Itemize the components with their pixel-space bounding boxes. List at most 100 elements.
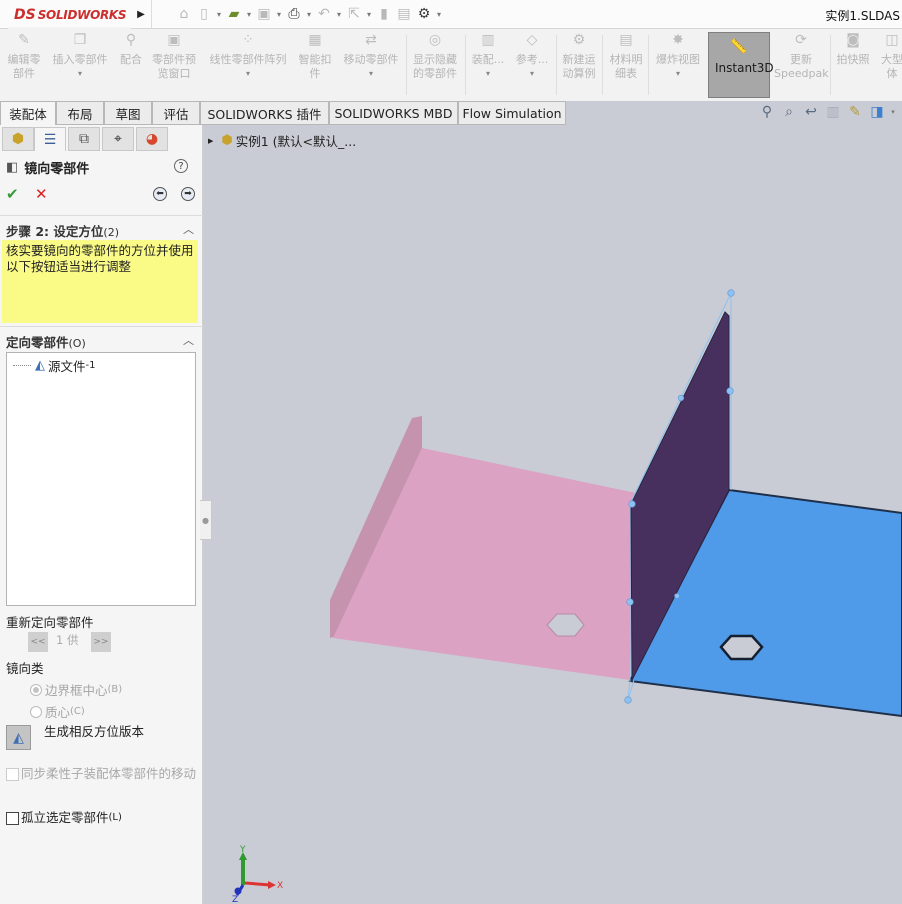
property-manager-title: 镜向零部件 bbox=[24, 161, 90, 177]
chevron-down-icon: ▾ bbox=[485, 69, 490, 78]
home-icon[interactable]: ⌂ bbox=[174, 6, 194, 22]
manager-tabs: ⬢ ☰ ⧉ ⌖ ◕ bbox=[0, 125, 203, 151]
radio-button[interactable] bbox=[30, 705, 42, 718]
dimxpertmanager-tab[interactable]: ⌖ bbox=[102, 127, 134, 151]
reorient-label: 重新定向零部件 bbox=[6, 615, 94, 630]
chevron-down-icon[interactable]: ▾ bbox=[274, 10, 284, 19]
move-component-icon: ⇄ bbox=[365, 32, 377, 48]
menu-expand-arrow-icon[interactable]: ▶ bbox=[133, 6, 149, 22]
command-manager: ✎ 编辑零 部件 ❐ 插入零部件 ▾ ⚲ 配合 ▣ 零部件预 览窗口 ⁘ 线性零部件阵列 ▾ … bbox=[0, 29, 902, 101]
tab-sketch[interactable]: 草图 bbox=[104, 101, 152, 125]
chevron-down-icon[interactable]: ▾ bbox=[334, 10, 344, 19]
featuremanager-icon: ⬢ bbox=[11, 131, 25, 147]
rebuild-icon[interactable]: ▮ bbox=[374, 6, 394, 22]
mate-button[interactable]: ⚲ 配合 bbox=[115, 33, 147, 99]
display-manager-tab[interactable]: ◕ bbox=[136, 127, 168, 151]
tab-evaluate[interactable]: 评估 bbox=[152, 101, 200, 125]
linear-pattern-button[interactable]: ⁘ 线性零部件阵列 ▾ bbox=[204, 33, 292, 99]
isolate-checkbox-row[interactable]: 孤立选定零部件 (L) bbox=[6, 811, 122, 825]
tab-solidworks-mbd[interactable]: SOLIDWORKS MBD bbox=[329, 101, 458, 125]
solidworks-logo[interactable]: DS SOLIDWORKS bbox=[8, 2, 131, 29]
featuremanager-tab[interactable]: ⬢ bbox=[2, 127, 34, 151]
drag-handle[interactable] bbox=[628, 500, 636, 508]
file-properties-icon[interactable]: ▤ bbox=[394, 6, 414, 22]
new-document-icon[interactable]: ▯ bbox=[194, 6, 214, 22]
update-speedpak-button[interactable]: ⟳ 更新 Speedpak bbox=[774, 33, 829, 99]
previous-component-button[interactable]: << bbox=[28, 632, 48, 652]
mirrored-part-hex-hole bbox=[719, 634, 764, 661]
drag-handle[interactable] bbox=[677, 394, 685, 402]
display-style-icon[interactable]: ◨ bbox=[868, 104, 886, 120]
center-of-mass-option[interactable]: 质心 (C) bbox=[30, 702, 85, 721]
chevron-down-icon[interactable]: ▾ bbox=[214, 10, 224, 19]
chevron-down-icon: ▾ bbox=[77, 69, 82, 78]
chevron-down-icon[interactable]: ▾ bbox=[364, 10, 374, 19]
drag-handle[interactable] bbox=[626, 598, 634, 606]
smart-fasteners-button[interactable]: ▦ 智能扣 件 bbox=[295, 33, 335, 99]
tab-layout[interactable]: 布局 bbox=[56, 101, 104, 125]
model-scene[interactable]: Y X Z bbox=[204, 125, 902, 904]
drag-handle[interactable] bbox=[674, 593, 680, 599]
bounding-box-center-option[interactable]: 边界框中心 (B) bbox=[30, 680, 122, 699]
view-orientation-icon[interactable]: ✎ bbox=[846, 104, 864, 120]
zoom-to-fit-icon[interactable]: ⚲ bbox=[758, 104, 776, 120]
source-part-base[interactable] bbox=[333, 448, 636, 680]
display-manager-icon: ◕ bbox=[145, 131, 159, 147]
save-icon[interactable]: ▣ bbox=[254, 6, 274, 22]
drag-handle[interactable] bbox=[624, 696, 632, 704]
next-component-button[interactable]: >> bbox=[91, 632, 111, 652]
radio-button[interactable] bbox=[30, 683, 42, 696]
sync-flexible-checkbox-row[interactable]: 同步柔性子装配体零部件的移动 bbox=[6, 767, 196, 781]
insert-components-button[interactable]: ❐ 插入零部件 ▾ bbox=[48, 33, 112, 99]
large-assembly-button[interactable]: ◫ 大型 体 bbox=[876, 33, 902, 99]
chevron-down-icon[interactable]: ▾ bbox=[434, 10, 444, 19]
step-section-title[interactable]: 步骤 2: 设定方位(2) bbox=[6, 221, 119, 240]
drag-handle[interactable] bbox=[726, 387, 734, 395]
collapse-chevron-icon[interactable]: ︿ bbox=[183, 332, 194, 348]
isolate-checkbox[interactable] bbox=[6, 812, 19, 825]
section-view-icon[interactable]: ▥ bbox=[824, 104, 842, 120]
move-component-button[interactable]: ⇄ 移动零部件 ▾ bbox=[338, 33, 404, 99]
oriented-components-title[interactable]: 定向零部件(O) bbox=[6, 332, 86, 351]
snapshot-button[interactable]: ◙ 拍快照 bbox=[833, 33, 873, 99]
camera-icon: ◙ bbox=[846, 32, 860, 48]
configurationmanager-tab[interactable]: ⧉ bbox=[68, 127, 100, 151]
create-opposite-hand-button[interactable]: ◭ bbox=[6, 725, 31, 750]
oriented-components-list[interactable]: ◭ 源文件 -1 bbox=[6, 352, 196, 606]
select-icon[interactable]: ⇱ bbox=[344, 6, 364, 22]
edit-component-button[interactable]: ✎ 编辑零 部件 bbox=[4, 33, 44, 99]
undo-icon[interactable]: ↶ bbox=[314, 6, 334, 22]
cancel-button[interactable]: ✕ bbox=[35, 185, 48, 203]
property-manager-panel: ⬢ ☰ ⧉ ⌖ ◕ ◧ 镜向零部件 ? ✔ ✕ ⬅ ➡ 步骤 2: 设定方位(2… bbox=[0, 125, 203, 904]
exploded-view-button[interactable]: ✸ 爆炸视图 ▾ bbox=[651, 33, 705, 99]
ok-button[interactable]: ✔ bbox=[6, 185, 19, 203]
propertymanager-tab[interactable]: ☰ bbox=[34, 127, 66, 151]
reference-geometry-button[interactable]: ◇ 参考... ▾ bbox=[512, 33, 552, 99]
next-step-button[interactable]: ➡ bbox=[181, 187, 195, 201]
component-preview-button[interactable]: ▣ 零部件预 览窗口 bbox=[148, 33, 200, 99]
tab-solidworks-addins[interactable]: SOLIDWORKS 插件 bbox=[200, 101, 329, 125]
bill-of-materials-button[interactable]: ▤ 材料明 细表 bbox=[605, 33, 647, 99]
graphics-area[interactable]: ▶ ⬢ 实例1 (默认<默认_... ⚲ ⌕ ↩ ▥ ✎ ◨ ▾ Y X Z bbox=[204, 104, 902, 904]
tab-assembly[interactable]: 装配体 bbox=[0, 101, 56, 125]
previous-view-icon[interactable]: ↩ bbox=[802, 104, 820, 120]
collapse-chevron-icon[interactable]: ︿ bbox=[183, 221, 194, 237]
divider bbox=[648, 35, 649, 95]
list-item[interactable]: ◭ 源文件 -1 bbox=[13, 356, 96, 375]
tab-flow-simulation[interactable]: Flow Simulation bbox=[458, 101, 566, 125]
instant3d-button[interactable]: 📏 Instant3D bbox=[708, 32, 774, 98]
previous-step-button[interactable]: ⬅ bbox=[153, 187, 167, 201]
open-folder-icon[interactable]: ▰ bbox=[224, 6, 244, 22]
chevron-down-icon[interactable]: ▾ bbox=[304, 10, 314, 19]
chevron-down-icon[interactable]: ▾ bbox=[890, 108, 896, 116]
new-motion-study-button[interactable]: ⚙ 新建运 动算例 bbox=[558, 33, 600, 99]
options-icon[interactable]: ⚙ bbox=[414, 6, 434, 22]
chevron-down-icon[interactable]: ▾ bbox=[244, 10, 254, 19]
print-icon[interactable]: ⎙ bbox=[284, 6, 304, 22]
zoom-to-area-icon[interactable]: ⌕ bbox=[780, 104, 798, 120]
sync-flexible-checkbox[interactable] bbox=[6, 768, 19, 781]
show-hidden-button[interactable]: ◎ 显示隐藏 的零部件 bbox=[409, 33, 461, 99]
drag-handle[interactable] bbox=[727, 289, 735, 297]
help-icon[interactable]: ? bbox=[174, 159, 188, 173]
assembly-features-button[interactable]: ▥ 装配... ▾ bbox=[468, 33, 508, 99]
